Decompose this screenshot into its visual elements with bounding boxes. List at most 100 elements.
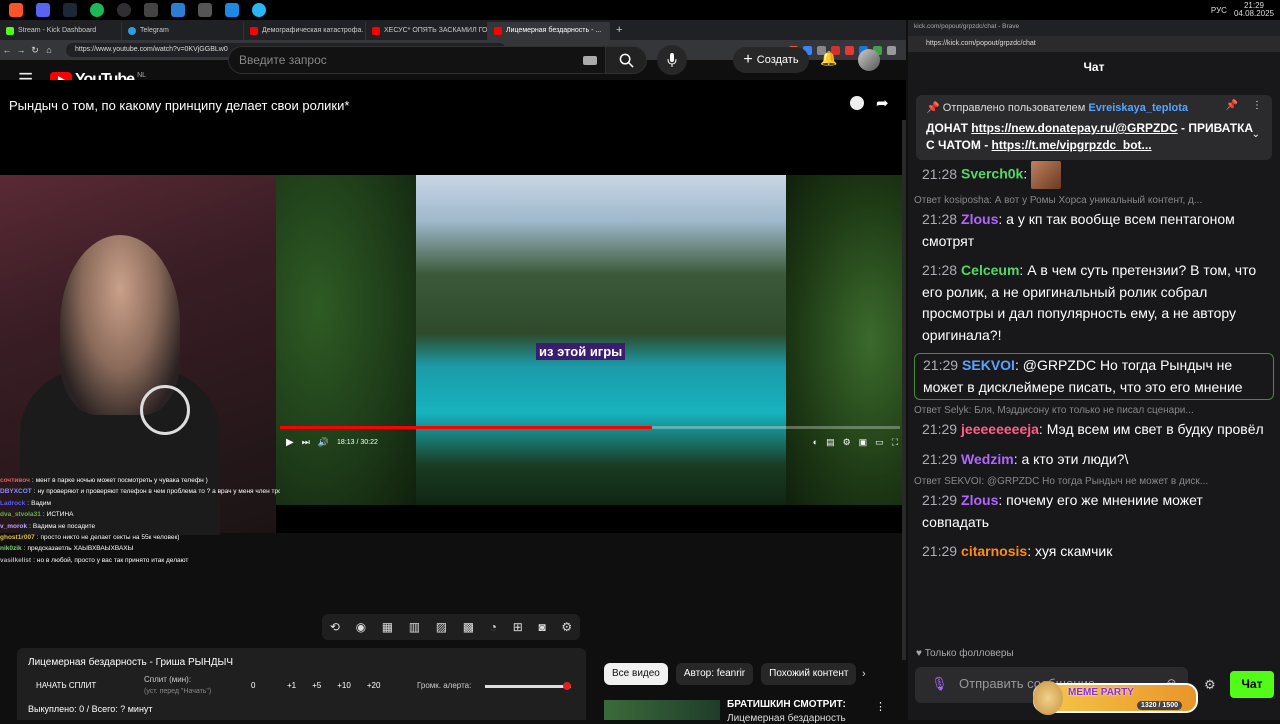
chevron-right-icon[interactable]: › xyxy=(862,668,866,680)
gear-icon[interactable]: ⚙ xyxy=(561,620,572,634)
forward-icon[interactable]: → xyxy=(14,45,28,55)
film-icon[interactable]: ▥ xyxy=(409,620,420,634)
pinned-link-2[interactable]: https://t.me/vipgrpzdc_bot... xyxy=(992,138,1152,152)
voice-search-button[interactable] xyxy=(657,45,687,75)
plus10-button[interactable]: +10 xyxy=(337,681,351,690)
speed-icon[interactable]: ◔ xyxy=(490,620,497,634)
chat-send-button[interactable]: Чат xyxy=(1230,671,1274,698)
add-icon[interactable]: ⊞ xyxy=(513,620,523,634)
chip-author[interactable]: Автор: feanrir xyxy=(675,663,754,685)
steam-icon[interactable] xyxy=(63,3,77,17)
clock[interactable]: 21:29 04.08.2025 xyxy=(1234,2,1274,18)
extension-icon[interactable] xyxy=(887,45,896,55)
play-icon[interactable]: ▶ xyxy=(286,437,294,448)
reply-context[interactable]: Ответ kosiposha: А вот у Ромы Хорса уник… xyxy=(914,194,1274,208)
chip-similar[interactable]: Похожий контент xyxy=(761,663,857,685)
extension-icon[interactable] xyxy=(845,45,854,55)
video-progress-bar[interactable] xyxy=(280,426,900,429)
page-scrollbar[interactable] xyxy=(902,120,906,660)
theater-icon[interactable]: ▭ xyxy=(875,437,884,448)
slider-knob[interactable] xyxy=(562,682,571,690)
next-icon[interactable]: ⏭ xyxy=(302,437,310,448)
search-button[interactable] xyxy=(605,46,647,74)
recommendation-subtitle[interactable]: Лицемерная бездарность xyxy=(727,713,846,724)
volume-icon[interactable]: 🔊 xyxy=(318,437,329,448)
broadcast-icon[interactable]: ◉ xyxy=(356,620,366,634)
pinned-link-1[interactable]: https://new.donatepay.ru/@GRPZDC xyxy=(971,121,1177,135)
avatar[interactable] xyxy=(858,49,880,71)
new-tab-button[interactable]: + xyxy=(610,22,630,40)
image-icon[interactable]: ▨ xyxy=(436,620,447,634)
app2-icon[interactable] xyxy=(171,3,185,17)
brave-icon[interactable] xyxy=(9,3,23,17)
recommendation-thumbnail[interactable] xyxy=(604,700,720,720)
tab-favicon xyxy=(494,27,502,35)
chevron-down-icon[interactable]: ⌄ xyxy=(1252,129,1260,140)
tool-icon[interactable] xyxy=(198,3,212,17)
miniplayer-icon[interactable]: ▣ xyxy=(859,437,868,448)
unpin-icon[interactable]: 📌 xyxy=(1226,100,1238,111)
reply-context[interactable]: Ответ SEKVOI: @GRPZDC Но тогда Рындыч не… xyxy=(914,475,1274,489)
watch-later-icon[interactable] xyxy=(850,96,864,110)
more-vert-icon[interactable]: ⋮ xyxy=(875,700,886,713)
message-user[interactable]: Celceum xyxy=(961,262,1019,278)
browser-tab[interactable]: Stream - Kick Dashboard xyxy=(0,22,122,40)
message-user[interactable]: Wedzim xyxy=(961,451,1014,467)
share-icon[interactable]: ➦ xyxy=(876,94,889,112)
meme-party-widget[interactable]: MEME PARTY 1320 / 1500 xyxy=(1033,681,1198,715)
tool3-icon[interactable] xyxy=(252,3,266,17)
camera-icon[interactable]: ◙ xyxy=(538,620,545,634)
back-icon[interactable]: ← xyxy=(0,45,14,55)
chat-settings-icon[interactable]: ⚙ xyxy=(1204,677,1216,693)
kick-address[interactable]: https://kick.com/popout/grpzdc/chat xyxy=(908,36,1280,52)
recommendation-title[interactable]: БРАТИШКИН СМОТРИТ: xyxy=(727,699,846,710)
search-input[interactable]: Введите запрос xyxy=(228,46,606,74)
alert-volume-slider[interactable] xyxy=(485,685,571,688)
plus20-button[interactable]: +20 xyxy=(367,681,381,690)
tab-favicon xyxy=(250,27,258,35)
notifications-bell-icon[interactable]: 🔔 xyxy=(820,50,837,67)
fullscreen-icon[interactable]: ⛶ xyxy=(892,437,898,448)
video-player[interactable]: Рындыч о том, по какому принципу делает … xyxy=(0,80,906,564)
browser-tab[interactable]: ХЕСУС* ОПЯТЬ ЗАСКАМИЛ ГОЕВ Н... xyxy=(366,22,488,40)
message-user[interactable]: Zlous xyxy=(961,492,998,508)
plus1-button[interactable]: +1 xyxy=(287,681,296,690)
subtitles-icon[interactable]: ▤ xyxy=(826,437,835,448)
frame-icon[interactable]: ▩ xyxy=(463,620,474,634)
browser-tab[interactable]: Демографическая катастрофа. Що... xyxy=(244,22,366,40)
discord-icon[interactable] xyxy=(36,3,50,17)
colon: : xyxy=(998,211,1007,227)
browser-tab-active[interactable]: Лицемерная бездарность - ... xyxy=(488,22,610,40)
obs-icon[interactable] xyxy=(117,3,131,17)
mic-icon[interactable]: 🎙 xyxy=(931,676,948,692)
tool2-icon[interactable] xyxy=(225,3,239,17)
reload-icon[interactable]: ↻ xyxy=(28,45,42,56)
more-vert-icon[interactable]: ⋮ xyxy=(1252,100,1262,111)
kick-window-title: kick.com/popout/grpzdc/chat - Brave xyxy=(908,20,1280,36)
autoplay-toggle-icon[interactable]: ◐ xyxy=(813,437,818,448)
chat-message: 21:29 jeeeeeeeeja: Мэд всем им свет в буд… xyxy=(914,418,1274,442)
pinned-message[interactable]: 📌 Отправлено пользователем Evreiskaya_te… xyxy=(916,95,1272,160)
message-user[interactable]: SEKVOI xyxy=(962,357,1015,373)
message-user[interactable]: citarnosis xyxy=(961,543,1027,559)
clip-icon[interactable]: ▦ xyxy=(382,620,393,634)
start-split-button[interactable]: НАЧАТЬ СПЛИТ xyxy=(36,681,96,690)
tray-lang[interactable]: РУС xyxy=(1211,6,1227,15)
message-user[interactable]: jeeeeeeeeja xyxy=(961,421,1039,437)
message-user[interactable]: Sverch0k xyxy=(961,166,1023,182)
loop-icon[interactable]: ⟲ xyxy=(330,620,340,634)
create-button[interactable]: + Создать xyxy=(733,47,809,73)
browser-tab[interactable]: Telegram xyxy=(122,22,244,40)
pinned-user[interactable]: Evreiskaya_teplota xyxy=(1088,102,1188,114)
split-value[interactable]: 0 xyxy=(251,681,255,690)
keyboard-icon[interactable] xyxy=(583,56,597,65)
message-user[interactable]: Zlous xyxy=(961,211,998,227)
emote-image[interactable] xyxy=(1031,161,1062,189)
home-icon[interactable]: ⌂ xyxy=(42,45,56,55)
plus5-button[interactable]: +5 xyxy=(312,681,321,690)
reply-context[interactable]: Ответ Selyk: Бля, Мэддисону кто только н… xyxy=(914,404,1274,418)
spotify-icon[interactable] xyxy=(90,3,104,17)
app-icon[interactable] xyxy=(144,3,158,17)
chip-all-videos[interactable]: Все видео xyxy=(604,663,668,685)
settings-icon[interactable]: ⚙ xyxy=(843,437,851,448)
